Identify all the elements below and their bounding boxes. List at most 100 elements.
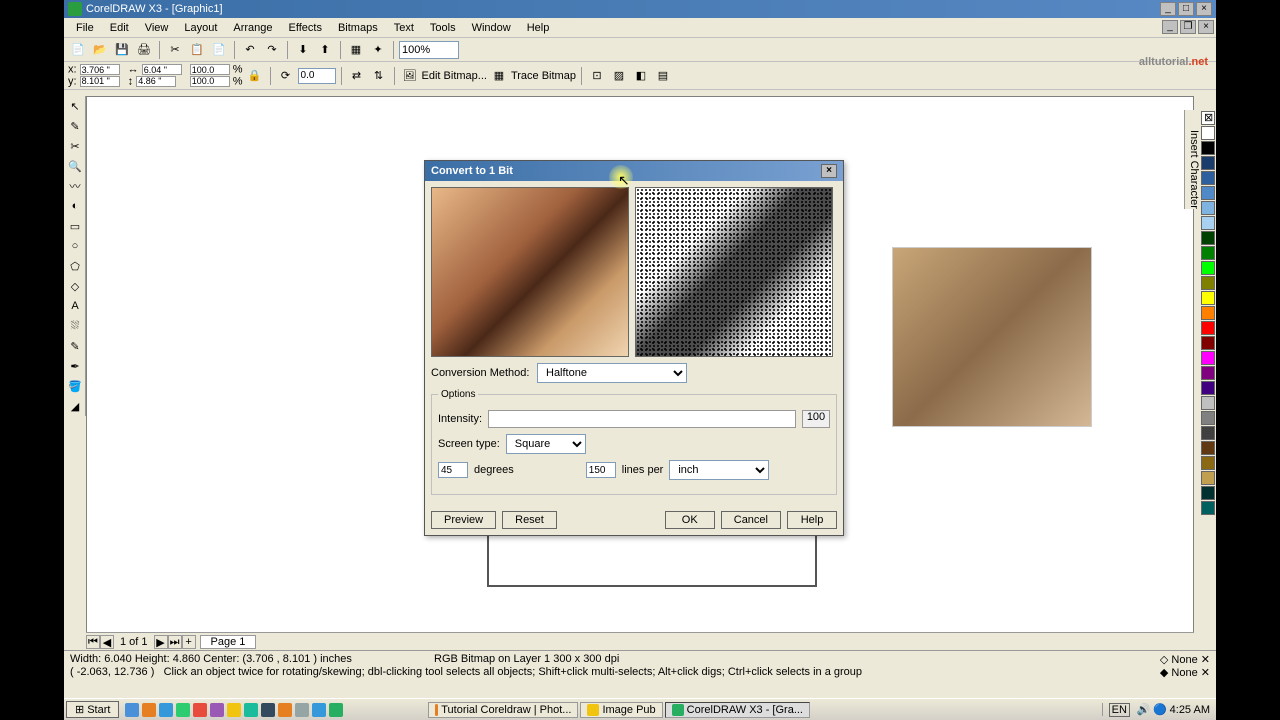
clock[interactable]: 4:25 AM: [1170, 704, 1210, 716]
color-swatch[interactable]: [1201, 471, 1215, 485]
color-swatch[interactable]: [1201, 426, 1215, 440]
quick-launch-icon[interactable]: [227, 703, 241, 717]
taskbar-item[interactable]: Tutorial Coreldraw | Phot...: [428, 702, 578, 718]
menu-effects[interactable]: Effects: [281, 20, 330, 36]
last-page-button[interactable]: ⏭: [168, 635, 182, 649]
next-page-button[interactable]: ▶: [154, 635, 168, 649]
open-icon[interactable]: 📂: [90, 40, 110, 60]
conversion-method-select[interactable]: Halftone: [537, 363, 687, 383]
color-swatch[interactable]: [1201, 201, 1215, 215]
app-launcher-icon[interactable]: ▦: [346, 40, 366, 60]
quick-launch-icon[interactable]: [244, 703, 258, 717]
bitmap-color-mask-icon[interactable]: ◧: [631, 66, 651, 86]
intensity-slider[interactable]: [488, 410, 796, 428]
color-swatch[interactable]: [1201, 366, 1215, 380]
page-tab[interactable]: Page 1: [200, 635, 257, 649]
quick-launch-icon[interactable]: [125, 703, 139, 717]
original-preview[interactable]: [431, 187, 629, 357]
resample-icon[interactable]: ▨: [609, 66, 629, 86]
tray-icon[interactable]: 🔊: [1137, 704, 1151, 716]
menu-tools[interactable]: Tools: [422, 20, 464, 36]
docker-tab[interactable]: Insert Character: [1184, 110, 1200, 209]
trace-bitmap-button[interactable]: Trace Bitmap: [511, 70, 576, 82]
quick-launch-icon[interactable]: [210, 703, 224, 717]
copy-icon[interactable]: 📋: [187, 40, 207, 60]
quick-launch-icon[interactable]: [329, 703, 343, 717]
doc-close-button[interactable]: ×: [1198, 20, 1214, 34]
minimize-button[interactable]: _: [1160, 2, 1176, 16]
menu-layout[interactable]: Layout: [176, 20, 225, 36]
polygon-tool-icon[interactable]: ⬠: [65, 256, 85, 276]
maximize-button[interactable]: □: [1178, 2, 1194, 16]
lines-per-input[interactable]: [586, 462, 616, 478]
color-swatch[interactable]: [1201, 411, 1215, 425]
paste-icon[interactable]: 📄: [209, 40, 229, 60]
print-icon[interactable]: 🖨: [134, 40, 154, 60]
menu-arrange[interactable]: Arrange: [225, 20, 280, 36]
crop-icon[interactable]: ⊡: [587, 66, 607, 86]
color-swatch[interactable]: [1201, 276, 1215, 290]
rectangle-tool-icon[interactable]: ▭: [65, 216, 85, 236]
menu-text[interactable]: Text: [386, 20, 422, 36]
color-swatch[interactable]: [1201, 396, 1215, 410]
lock-ratio-icon[interactable]: 🔒: [245, 66, 265, 86]
menu-help[interactable]: Help: [519, 20, 558, 36]
color-swatch[interactable]: [1201, 261, 1215, 275]
text-tool-icon[interactable]: A: [65, 296, 85, 316]
dialog-titlebar[interactable]: Convert to 1 Bit ×: [425, 161, 843, 181]
scale-x-input[interactable]: [190, 64, 230, 75]
crop-tool-icon[interactable]: ✂: [65, 136, 85, 156]
scale-y-input[interactable]: [190, 76, 230, 87]
color-swatch[interactable]: [1201, 336, 1215, 350]
import-icon[interactable]: ⬇: [293, 40, 313, 60]
rotation-input[interactable]: [298, 68, 336, 84]
lines-unit-select[interactable]: inch: [669, 460, 769, 480]
start-button[interactable]: ⊞ Start: [66, 701, 119, 718]
outline-tool-icon[interactable]: ✒: [65, 356, 85, 376]
quick-launch-icon[interactable]: [295, 703, 309, 717]
color-swatch[interactable]: [1201, 501, 1215, 515]
width-input[interactable]: [142, 64, 182, 75]
color-swatch[interactable]: [1201, 246, 1215, 260]
add-page-button[interactable]: +: [182, 635, 196, 649]
degrees-input[interactable]: [438, 462, 468, 478]
color-swatch[interactable]: [1201, 156, 1215, 170]
prev-page-button[interactable]: ◀: [100, 635, 114, 649]
color-swatch[interactable]: [1201, 171, 1215, 185]
close-button[interactable]: ×: [1196, 2, 1212, 16]
undo-icon[interactable]: ↶: [240, 40, 260, 60]
result-preview[interactable]: [635, 187, 833, 357]
zoom-tool-icon[interactable]: 🔍: [65, 156, 85, 176]
new-icon[interactable]: 📄: [68, 40, 88, 60]
cut-icon[interactable]: ✂: [165, 40, 185, 60]
redo-icon[interactable]: ↷: [262, 40, 282, 60]
quick-launch-icon[interactable]: [176, 703, 190, 717]
y-position-input[interactable]: [80, 76, 120, 87]
rectangle-object[interactable]: [487, 532, 817, 587]
first-page-button[interactable]: ⏮: [86, 635, 100, 649]
menu-window[interactable]: Window: [464, 20, 519, 36]
cancel-button[interactable]: Cancel: [721, 511, 781, 529]
tray-icon[interactable]: 🔵: [1153, 704, 1167, 716]
language-indicator[interactable]: EN: [1109, 703, 1130, 717]
save-icon[interactable]: 💾: [112, 40, 132, 60]
color-swatch[interactable]: [1201, 126, 1215, 140]
color-swatch[interactable]: [1201, 486, 1215, 500]
height-input[interactable]: [136, 76, 176, 87]
doc-minimize-button[interactable]: _: [1162, 20, 1178, 34]
edit-bitmap-button[interactable]: Edit Bitmap...: [422, 70, 487, 82]
fill-tool-icon[interactable]: 🪣: [65, 376, 85, 396]
quick-launch-icon[interactable]: [159, 703, 173, 717]
color-swatch[interactable]: [1201, 321, 1215, 335]
edit-bitmap-icon[interactable]: 🖼: [400, 66, 420, 86]
color-swatch[interactable]: [1201, 306, 1215, 320]
color-swatch[interactable]: [1201, 231, 1215, 245]
menu-bitmaps[interactable]: Bitmaps: [330, 20, 386, 36]
reset-button[interactable]: Reset: [502, 511, 557, 529]
interactive-fill-icon[interactable]: ◢: [65, 396, 85, 416]
trace-bitmap-icon[interactable]: ▦: [489, 66, 509, 86]
color-swatch[interactable]: [1201, 381, 1215, 395]
quick-launch-icon[interactable]: [261, 703, 275, 717]
menu-file[interactable]: File: [68, 20, 102, 36]
color-swatch[interactable]: [1201, 456, 1215, 470]
